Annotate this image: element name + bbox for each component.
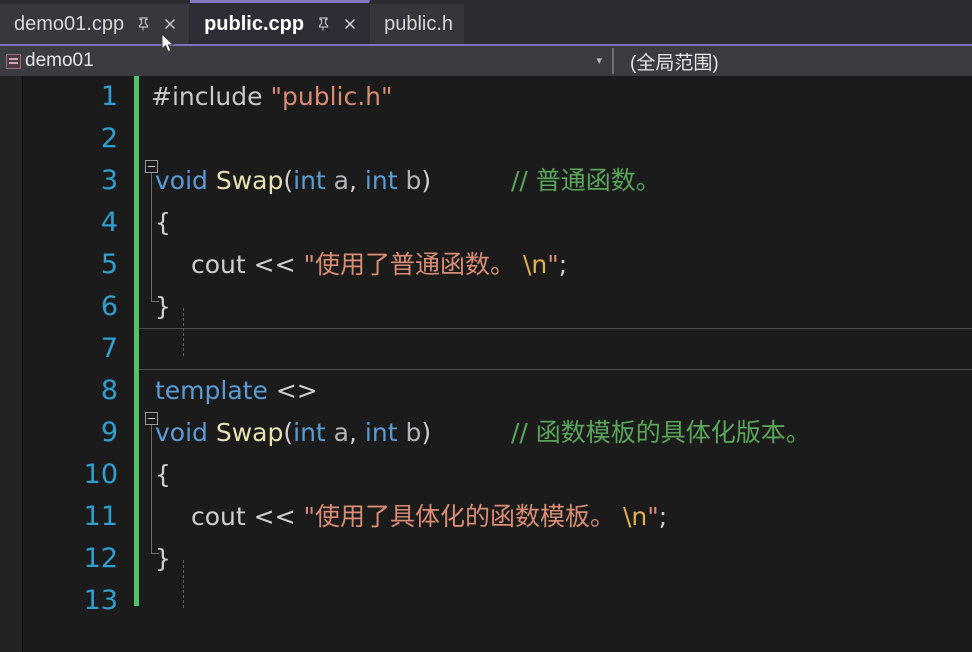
string-token: " — [547, 250, 559, 279]
member-dropdown[interactable]: (全局范围) — [614, 46, 972, 76]
scope-dropdown[interactable]: demo01 ▾ — [0, 46, 612, 76]
keyword-token: void — [155, 166, 216, 195]
code-comment[interactable]: // 普通函数。 — [511, 160, 661, 202]
identifier-token: b — [397, 166, 422, 195]
punctuation-token: ( — [283, 166, 294, 195]
line-number: 13 — [83, 585, 118, 616]
punctuation-token: ; — [658, 502, 668, 531]
keyword-token: int — [364, 166, 398, 195]
comment-token: // 函数模板的具体化版本。 — [511, 418, 811, 447]
namespace-icon — [6, 53, 21, 69]
code-line[interactable]: { — [155, 454, 171, 496]
close-icon[interactable] — [160, 14, 180, 34]
escape-token: \n — [622, 502, 648, 531]
close-icon[interactable] — [340, 14, 360, 34]
region-guide — [151, 425, 152, 553]
punctuation-token: , — [349, 166, 365, 195]
code-line[interactable]: } — [155, 286, 171, 328]
string-token: "使用了普通函数。 — [303, 250, 523, 279]
code-line[interactable]: } — [155, 538, 171, 580]
tab-label: public.cpp — [204, 12, 305, 35]
editor-tab-bar: demo01.cpp public.cpp public.h — [0, 0, 972, 44]
line-number: 12 — [83, 543, 118, 574]
line-number: 4 — [100, 207, 118, 238]
punctuation-token: ) — [421, 418, 432, 447]
indent-guide — [183, 308, 184, 356]
line-number-gutter: 1 2 3 4 5 6 7 8 9 10 11 12 13 — [22, 76, 132, 652]
brace-token: } — [155, 292, 171, 321]
code-line[interactable]: void Swap(int a, int b) — [155, 160, 431, 202]
code-line[interactable]: #include "public.h" — [151, 76, 393, 118]
identifier-token: cout — [191, 250, 254, 279]
string-token: "public.h" — [270, 82, 393, 111]
escape-token: \n — [522, 250, 548, 279]
line-number: 2 — [100, 123, 118, 154]
indent-guide — [183, 560, 184, 608]
keyword-token: template — [155, 376, 276, 405]
tab-demo01-cpp[interactable]: demo01.cpp — [0, 4, 191, 44]
line-number: 8 — [100, 375, 118, 406]
brace-token: { — [155, 208, 171, 237]
function-name-token: Swap — [215, 418, 284, 447]
line-number: 11 — [83, 501, 118, 532]
keyword-token: int — [293, 166, 326, 195]
code-line[interactable]: cout << "使用了具体化的函数模板。 \n"; — [191, 496, 667, 538]
tab-label: public.h — [384, 13, 454, 35]
visual-studio-window: demo01.cpp public.cpp public.h demo01 ▾ … — [0, 0, 972, 652]
line-number: 9 — [100, 417, 118, 448]
comment-token: // 普通函数。 — [511, 166, 661, 195]
identifier-token: a — [325, 418, 350, 447]
line-number: 6 — [100, 291, 118, 322]
code-line[interactable]: cout << "使用了普通函数。 \n"; — [191, 244, 567, 286]
code-line[interactable]: void Swap(int a, int b) — [155, 412, 431, 454]
punctuation-token: , — [349, 418, 365, 447]
pin-icon[interactable] — [133, 14, 153, 34]
string-token: " — [647, 502, 659, 531]
punctuation-token: ( — [283, 418, 294, 447]
keyword-token: int — [293, 418, 326, 447]
line-number: 3 — [100, 165, 118, 196]
line-number: 5 — [100, 249, 118, 280]
punctuation-token: ; — [558, 250, 568, 279]
code-editor[interactable]: 1 2 3 4 5 6 7 8 9 10 11 12 13 #include "… — [0, 76, 972, 652]
pin-icon[interactable] — [313, 14, 333, 34]
tab-label: demo01.cpp — [14, 13, 125, 35]
operator-token: << — [253, 502, 304, 531]
code-line[interactable]: template <> — [155, 370, 318, 412]
line-number: 7 — [100, 333, 118, 364]
line-number: 10 — [83, 459, 118, 490]
scope-dropdown-label: demo01 — [25, 50, 94, 71]
punctuation-token: ) — [421, 166, 432, 195]
member-dropdown-label: (全局范围) — [630, 52, 719, 74]
region-guide — [151, 173, 152, 301]
keyword-token: int — [364, 418, 398, 447]
chevron-down-icon[interactable]: ▾ — [596, 55, 602, 67]
identifier-token: a — [325, 166, 350, 195]
identifier-token: b — [397, 418, 422, 447]
brace-token: { — [155, 460, 171, 489]
code-line[interactable]: { — [155, 202, 171, 244]
preprocessor-token: #include — [151, 82, 271, 111]
tab-public-h[interactable]: public.h — [370, 4, 466, 44]
angle-bracket-token: <> — [275, 376, 318, 405]
tab-public-cpp[interactable]: public.cpp — [190, 0, 371, 44]
function-name-token: Swap — [215, 166, 284, 195]
identifier-token: cout — [191, 502, 254, 531]
keyword-token: void — [155, 418, 216, 447]
navigation-bar: demo01 ▾ (全局范围) — [0, 44, 972, 76]
string-token: "使用了具体化的函数模板。 — [303, 502, 623, 531]
code-text-area[interactable]: #include "public.h" void Swap(int a, int… — [139, 76, 972, 652]
code-comment[interactable]: // 函数模板的具体化版本。 — [511, 412, 811, 454]
operator-token: << — [253, 250, 304, 279]
brace-token: } — [155, 544, 171, 573]
line-number: 1 — [100, 81, 118, 112]
